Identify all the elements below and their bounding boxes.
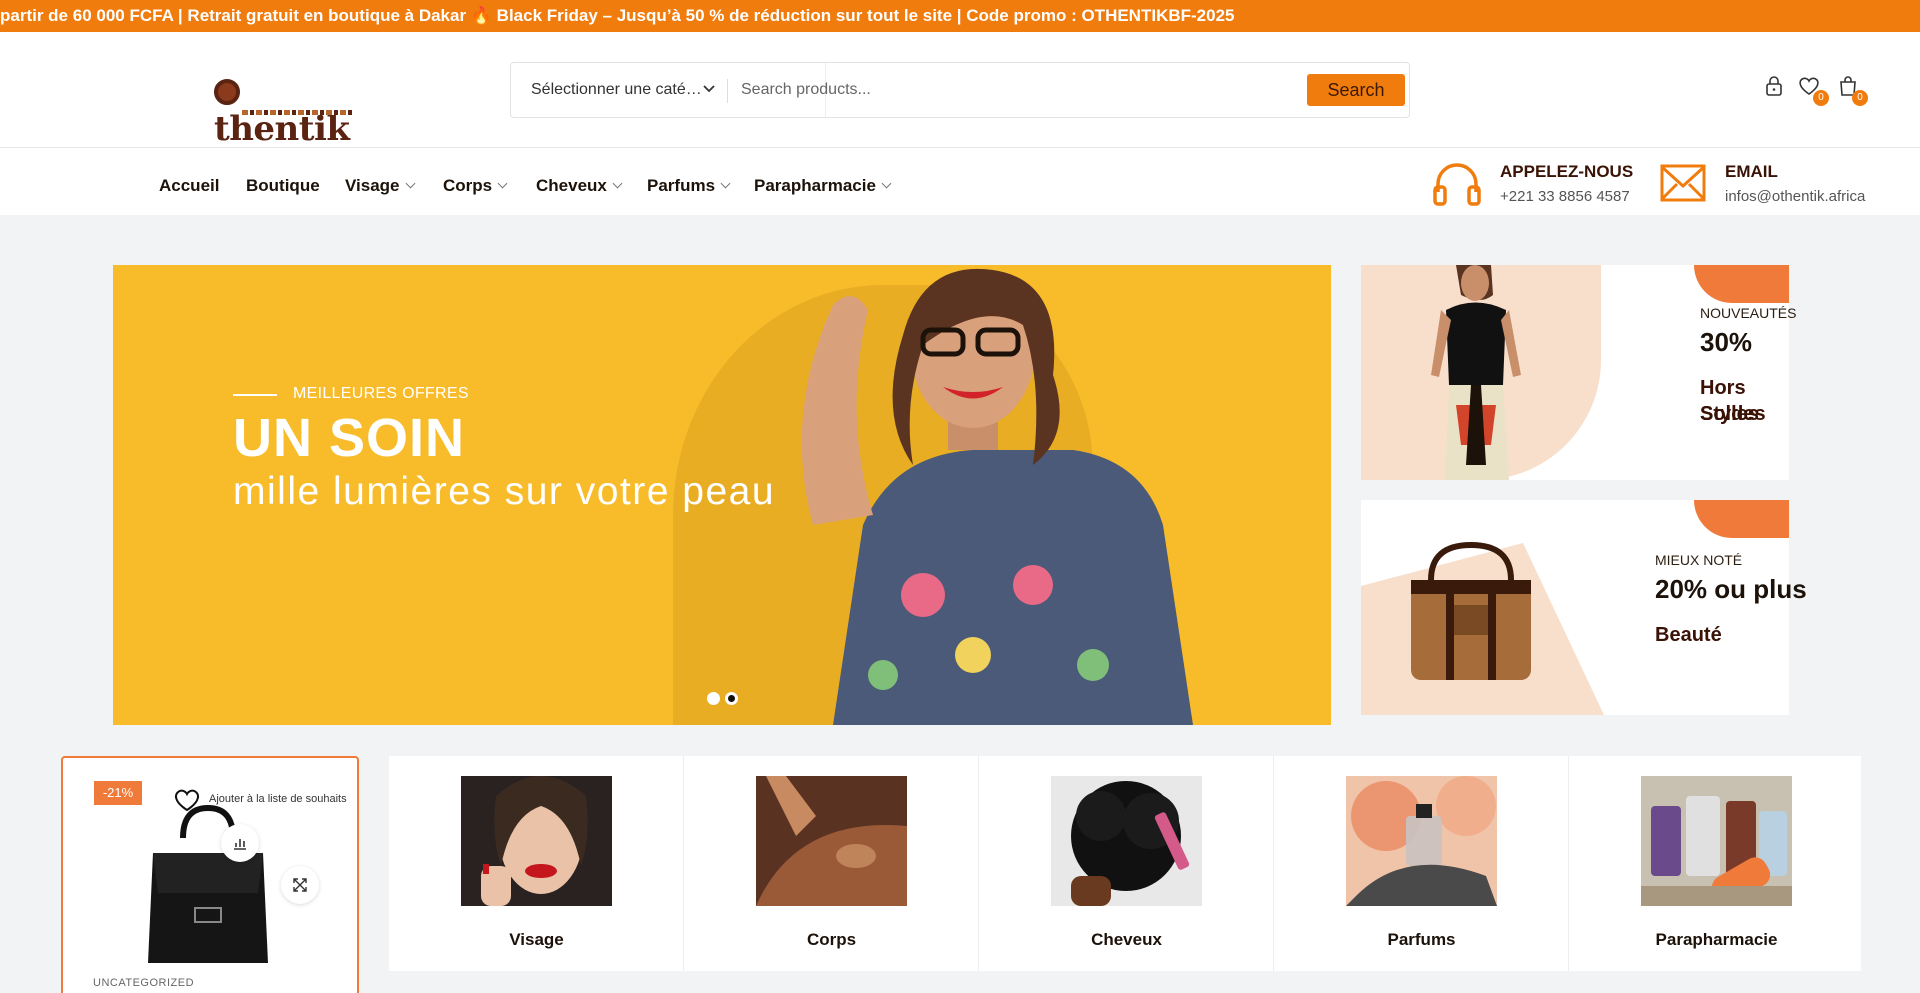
nav-item-accueil[interactable]: Accueil	[159, 148, 219, 215]
promo-label: MIEUX NOTÉ	[1655, 552, 1743, 568]
chevron-down-icon[interactable]	[701, 81, 717, 97]
promo-percent: 30%	[1700, 327, 1753, 357]
cart-count-badge: 0	[1852, 90, 1868, 106]
category-image	[461, 776, 612, 906]
promo-card-new[interactable]: NOUVEAUTÉS 30% Hors Soldes Styles	[1361, 265, 1796, 480]
category-tile-parfums[interactable]: Parfums	[1274, 756, 1569, 971]
category-image	[1051, 776, 1202, 906]
search-button[interactable]: Search	[1307, 74, 1405, 106]
mail-icon	[1660, 164, 1706, 202]
nav-item-visage[interactable]: Visage	[345, 148, 415, 215]
email-address: infos@othentik.africa	[1725, 188, 1866, 205]
nav-item-boutique[interactable]: Boutique	[246, 148, 320, 215]
compare-button[interactable]	[221, 824, 259, 862]
logo-text: thentik	[214, 109, 350, 149]
chevron-down-icon	[720, 178, 731, 189]
lock-icon	[1766, 76, 1782, 96]
chevron-down-icon	[497, 178, 508, 189]
category-tiles: Visage Corps Cheveux Parfums Parapharmac…	[389, 756, 1861, 971]
site-header: thentik Sélectionner une caté… Search 0 …	[0, 32, 1920, 148]
category-tile-parapharmacie[interactable]: Parapharmacie	[1569, 756, 1864, 971]
chevron-down-icon	[405, 178, 415, 189]
category-image	[1346, 776, 1497, 906]
phone-title: APPELEZ-NOUS	[1500, 162, 1634, 181]
nav-item-cheveux[interactable]: Cheveux	[536, 148, 623, 215]
chevron-down-icon	[881, 178, 892, 189]
bar-chart-icon	[234, 839, 246, 850]
site-logo[interactable]: thentik	[214, 72, 364, 148]
category-tile-visage[interactable]: Visage	[389, 756, 684, 971]
slider-dot-1[interactable]	[707, 692, 720, 705]
category-name: Visage	[509, 930, 564, 949]
promo-card-top-rated[interactable]: MIEUX NOTÉ 20% ou plus Beauté	[1361, 500, 1807, 715]
product-category: UNCATEGORIZED	[93, 977, 195, 989]
hero-title: UN SOIN	[233, 408, 466, 468]
category-tile-cheveux[interactable]: Cheveux	[979, 756, 1274, 971]
category-image	[756, 776, 907, 906]
category-image	[1641, 776, 1792, 906]
headphones-icon	[1433, 163, 1481, 206]
promo-model-image	[1431, 265, 1521, 480]
promo-corner	[1694, 265, 1789, 303]
main-nav: Accueil Boutique Visage Corps Cheveux Pa…	[0, 148, 1920, 215]
announcement-bar: partir de 60 000 FCFA | Retrait gratuit …	[0, 0, 1920, 32]
promo-label: NOUVEAUTÉS	[1700, 305, 1797, 321]
wishlist-button[interactable]: 0	[1797, 74, 1829, 106]
chevron-down-icon	[612, 178, 623, 189]
promo-bag-image	[1411, 541, 1531, 680]
hero-model-image	[801, 268, 1193, 725]
quick-view-button[interactable]	[281, 866, 319, 904]
search-divider	[727, 79, 728, 103]
announcement-text: partir de 60 000 FCFA | Retrait gratuit …	[0, 6, 1235, 25]
logo-pattern	[242, 110, 354, 115]
heart-icon[interactable]	[173, 786, 201, 814]
expand-icon	[293, 878, 307, 892]
nav-item-parfums[interactable]: Parfums	[647, 148, 731, 215]
account-button[interactable]	[1762, 74, 1790, 102]
promo-corner	[1694, 500, 1789, 538]
email-title: EMAIL	[1725, 162, 1778, 181]
hero-tagline: MEILLEURES OFFRES	[293, 385, 469, 402]
product-image[interactable]	[123, 798, 293, 968]
hero-slider[interactable]: MEILLEURES OFFRES UN SOIN mille lumières…	[113, 265, 1331, 725]
promo-desc-line2: Styles	[1700, 403, 1759, 425]
category-name: Cheveux	[1091, 930, 1162, 949]
product-card[interactable]: -21% Ajouter à la liste de souhaits UNCA…	[61, 756, 359, 993]
search-input[interactable]	[741, 71, 1301, 109]
wishlist-tooltip: Ajouter à la liste de souhaits	[209, 793, 347, 805]
nav-item-corps[interactable]: Corps	[443, 148, 508, 215]
category-tile-corps[interactable]: Corps	[684, 756, 979, 971]
nav-item-parapharmacie[interactable]: Parapharmacie	[754, 148, 892, 215]
wishlist-count-badge: 0	[1813, 90, 1829, 106]
logo-mark-icon	[214, 79, 240, 105]
category-name: Parapharmacie	[1655, 930, 1778, 949]
hero-tag-line	[233, 394, 277, 396]
category-name: Corps	[806, 930, 857, 949]
category-name: Parfums	[1387, 930, 1456, 949]
hero-subtitle: mille lumières sur votre peau	[233, 470, 776, 513]
search-bar: Sélectionner une caté… Search	[510, 62, 1410, 118]
phone-number: +221 33 8856 4587	[1500, 188, 1630, 205]
promo-desc-line1: Beauté	[1655, 624, 1722, 646]
promo-percent: 20% ou plus	[1655, 574, 1807, 604]
cart-button[interactable]: 0	[1836, 74, 1868, 106]
slider-dot-2[interactable]	[725, 692, 738, 705]
